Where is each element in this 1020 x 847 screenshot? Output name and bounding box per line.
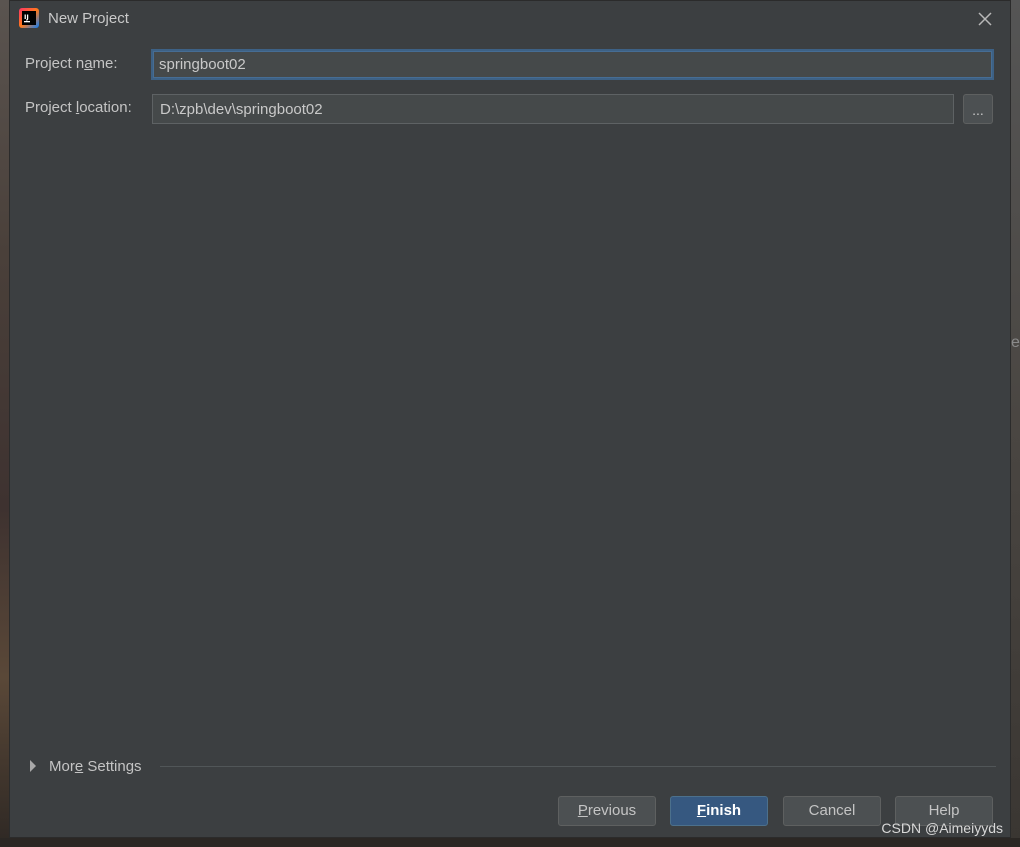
more-settings-toggle[interactable]: More Settings (30, 755, 142, 777)
dialog-titlebar[interactable]: IJ New Project (10, 1, 1010, 37)
project-location-label: Project location: (25, 99, 132, 116)
desktop-background-right (1011, 0, 1020, 847)
csdn-watermark: CSDN @Aimeiyyds (881, 820, 1003, 836)
previous-button[interactable]: Previous (558, 796, 656, 826)
dialog-title: New Project (48, 10, 129, 27)
project-name-label: Project name: (25, 55, 118, 72)
intellij-idea-icon: IJ (19, 8, 39, 28)
browse-location-button[interactable]: ... (963, 94, 993, 124)
close-icon[interactable] (976, 10, 994, 28)
expand-triangle-icon (30, 760, 36, 772)
finish-button[interactable]: Finish (670, 796, 768, 826)
project-location-input[interactable] (152, 94, 954, 124)
desktop-background-left (0, 0, 9, 847)
background-window-text: e (1011, 334, 1020, 351)
project-name-input[interactable] (151, 49, 994, 80)
more-settings-label: More Settings (49, 757, 142, 775)
new-project-dialog: IJ New Project Project name: Project loc… (9, 0, 1011, 838)
desktop-background-bottom (0, 838, 1020, 847)
cancel-button[interactable]: Cancel (783, 796, 881, 826)
svg-text:IJ: IJ (24, 13, 29, 21)
more-settings-divider (160, 766, 996, 767)
